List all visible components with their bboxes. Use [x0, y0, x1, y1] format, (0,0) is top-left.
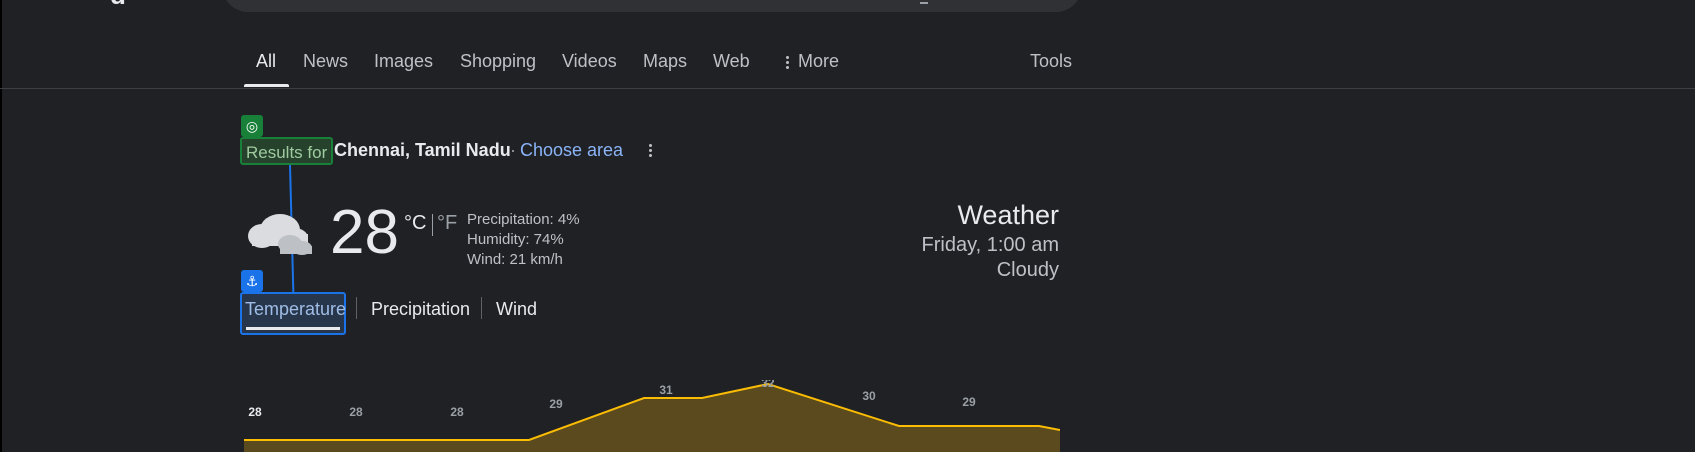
temperature-data-label: 32 — [761, 380, 775, 390]
active-subtab-indicator — [246, 327, 340, 330]
more-vert-icon — [786, 54, 790, 71]
target-icon: ◎ — [241, 115, 263, 137]
temperature-chart[interactable]: 28 28 28 29 31 32 30 29 — [244, 380, 1060, 452]
results-for-label: Results for — [240, 137, 334, 165]
tab-all[interactable]: All — [256, 51, 276, 72]
tab-more[interactable]: More — [786, 51, 839, 72]
tools-button[interactable]: Tools — [1030, 51, 1072, 72]
current-temperature: 28 — [330, 198, 399, 267]
anchor-icon: ⚓ — [241, 270, 263, 292]
tab-images[interactable]: Images — [374, 51, 433, 72]
unit-divider — [432, 214, 433, 236]
more-options-icon[interactable] — [647, 142, 653, 160]
weather-details: Precipitation: 4% Humidity: 74% Wind: 21… — [467, 210, 580, 270]
search-bar-mark — [920, 0, 928, 4]
cloudy-icon — [248, 214, 312, 255]
temperature-data-label: 28 — [248, 405, 262, 419]
temperature-data-label: 29 — [962, 395, 976, 409]
tab-videos[interactable]: Videos — [562, 51, 617, 72]
temperature-data-label: 29 — [549, 397, 563, 411]
tab-precipitation[interactable]: Precipitation — [371, 299, 470, 320]
tab-temperature-label: Temperature — [245, 299, 347, 319]
separator-dot: · — [510, 140, 516, 160]
humidity-detail: Humidity: 74% — [467, 231, 564, 248]
temperature-data-label: 31 — [659, 383, 673, 397]
subtab-divider — [356, 297, 357, 319]
temperature-data-label: 30 — [862, 389, 876, 403]
tab-wind[interactable]: Wind — [496, 299, 537, 320]
temperature-data-label: 28 — [349, 405, 363, 419]
temperature-data-label: 28 — [450, 405, 464, 419]
active-tab-indicator — [244, 84, 289, 87]
tab-more-label: More — [798, 51, 840, 71]
logo[interactable]: g — [110, 0, 138, 4]
weather-condition: Cloudy — [996, 259, 1059, 281]
precipitation-detail: Precipitation: 4% — [467, 211, 580, 228]
unit-fahrenheit[interactable]: °F — [437, 212, 457, 235]
tab-news[interactable]: News — [303, 51, 348, 72]
subtab-divider — [481, 297, 482, 319]
tab-shopping[interactable]: Shopping — [460, 51, 536, 72]
unit-celsius[interactable]: °C — [404, 212, 426, 235]
search-bar[interactable] — [222, 0, 1082, 12]
tab-web[interactable]: Web — [713, 51, 750, 72]
wind-detail: Wind: 21 km/h — [467, 251, 563, 268]
temperature-area — [244, 384, 1060, 452]
location-name: Chennai, Tamil Nadu — [334, 140, 511, 160]
choose-area-link[interactable]: Choose area — [520, 140, 623, 161]
tab-maps[interactable]: Maps — [643, 51, 687, 72]
weather-title: Weather — [957, 200, 1059, 230]
search-tabs: All News Images Shopping Videos Maps Web… — [0, 36, 1695, 89]
weather-datetime: Friday, 1:00 am — [921, 234, 1059, 256]
tab-temperature[interactable]: Temperature — [240, 292, 346, 335]
